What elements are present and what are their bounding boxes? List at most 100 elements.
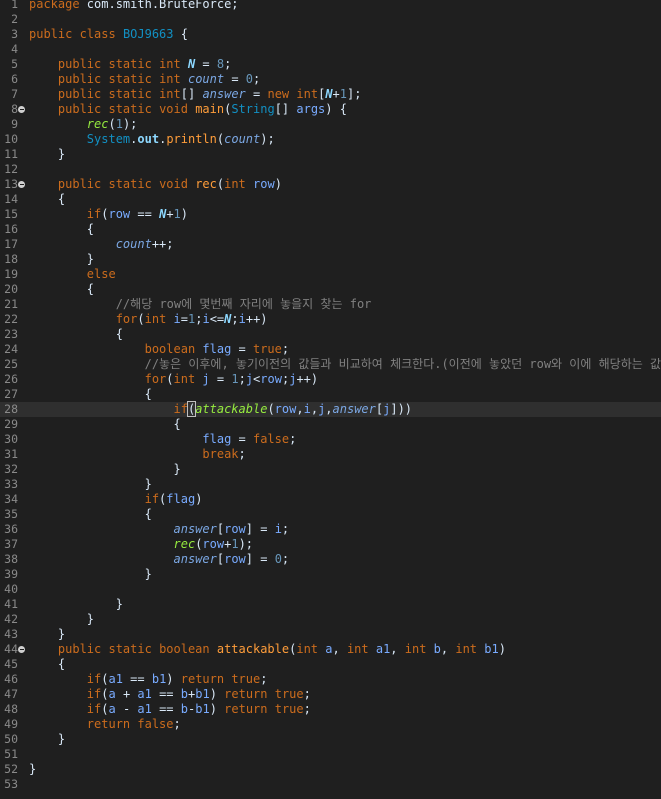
code-line[interactable]: 13 public static void rec(int row) bbox=[0, 177, 661, 192]
code-line[interactable]: 10 System.out.println(count); bbox=[0, 132, 661, 147]
code-text: } bbox=[29, 597, 123, 612]
code-line[interactable]: 22 for(int i=1;i<=N;i++) bbox=[0, 312, 661, 327]
code-token: break bbox=[202, 447, 239, 461]
code-token: row bbox=[274, 402, 297, 416]
line-number: 12 bbox=[4, 162, 18, 176]
code-line[interactable]: 2 bbox=[0, 12, 661, 27]
code-token: ) bbox=[209, 702, 225, 716]
code-line[interactable]: 40 bbox=[0, 582, 661, 597]
code-line[interactable]: 36 answer[row] = i; bbox=[0, 522, 661, 537]
code-text: for(int i=1;i<=N;i++) bbox=[29, 312, 268, 327]
code-line[interactable]: 17 count++; bbox=[0, 237, 661, 252]
code-line[interactable]: 47 if(a + a1 == b+b1) return true; bbox=[0, 687, 661, 702]
code-token: , bbox=[332, 642, 347, 656]
code-line[interactable]: 43 } bbox=[0, 627, 661, 642]
code-line[interactable]: 11 } bbox=[0, 147, 661, 162]
code-line[interactable]: 18 } bbox=[0, 252, 661, 267]
line-number: 14 bbox=[4, 192, 18, 206]
code-line[interactable]: 5 public static int N = 8; bbox=[0, 57, 661, 72]
code-text: System.out.println(count); bbox=[29, 132, 275, 147]
code-token: //해당 row에 몇번째 자리에 놓을지 찾는 for bbox=[115, 297, 372, 311]
code-line[interactable]: 7 public static int[] answer = new int[N… bbox=[0, 87, 661, 102]
code-line[interactable]: 49 return false; bbox=[0, 717, 661, 732]
code-line[interactable]: 15 if(row == N+1) bbox=[0, 207, 661, 222]
code-token: static bbox=[108, 87, 160, 101]
code-token: static bbox=[108, 57, 160, 71]
fold-collapse-icon[interactable] bbox=[18, 106, 25, 113]
line-number: 11 bbox=[4, 147, 18, 161]
code-line[interactable]: 24 boolean flag = true; bbox=[0, 342, 661, 357]
code-line[interactable]: 42 } bbox=[0, 612, 661, 627]
code-line[interactable]: 34 if(flag) bbox=[0, 492, 661, 507]
line-number: 44 bbox=[4, 642, 18, 656]
code-line[interactable]: 14 { bbox=[0, 192, 661, 207]
code-line[interactable]: 9 rec(1); bbox=[0, 117, 661, 132]
code-token: static bbox=[108, 72, 160, 86]
code-line[interactable]: 21 //해당 row에 몇번째 자리에 놓을지 찾는 for bbox=[0, 297, 661, 312]
line-number: 23 bbox=[4, 327, 18, 341]
code-token: [] bbox=[180, 87, 203, 101]
line-number: 28 bbox=[4, 402, 18, 416]
code-line[interactable]: 39 } bbox=[0, 567, 661, 582]
code-line[interactable]: 29 { bbox=[0, 417, 661, 432]
code-line[interactable]: 23 { bbox=[0, 327, 661, 342]
code-line[interactable]: 52} bbox=[0, 762, 661, 777]
code-line[interactable]: 46 if(a1 == b1) return true; bbox=[0, 672, 661, 687]
code-line[interactable]: 20 { bbox=[0, 282, 661, 297]
code-text: } bbox=[29, 627, 65, 642]
code-line[interactable]: 25 //놓은 이후에, 놓기이전의 값들과 비교하여 체크한다.(이전에 놓았… bbox=[0, 357, 661, 372]
code-token: if bbox=[86, 672, 102, 686]
code-line[interactable]: 26 for(int j = 1;j<row;j++) bbox=[0, 372, 661, 387]
code-token: return bbox=[180, 672, 232, 686]
fold-collapse-icon[interactable] bbox=[18, 646, 25, 653]
code-token: int bbox=[224, 177, 254, 191]
code-token: true bbox=[252, 342, 282, 356]
code-line[interactable]: 35 { bbox=[0, 507, 661, 522]
code-line[interactable]: 45 { bbox=[0, 657, 661, 672]
code-line[interactable]: 38 answer[row] = 0; bbox=[0, 552, 661, 567]
code-token: if bbox=[173, 402, 188, 416]
code-line[interactable]: 27 { bbox=[0, 387, 661, 402]
code-line[interactable]: 31 break; bbox=[0, 447, 661, 462]
code-line[interactable]: 3 public class BOJ9663 { bbox=[0, 27, 661, 42]
code-line[interactable]: 48 if(a - a1 == b-b1) return true; bbox=[0, 702, 661, 717]
code-line[interactable]: 12 bbox=[0, 162, 661, 177]
code-line[interactable]: 37 rec(row+1); bbox=[0, 537, 661, 552]
code-line[interactable]: 53 bbox=[0, 777, 661, 792]
code-token: if bbox=[86, 702, 102, 716]
code-line[interactable]: 8 public static void main(String[] args)… bbox=[0, 102, 661, 117]
code-token: return bbox=[86, 717, 138, 731]
code-token: int bbox=[296, 87, 319, 101]
code-line[interactable]: 33 } bbox=[0, 477, 661, 492]
code-token: new bbox=[267, 87, 297, 101]
code-line[interactable]: 16 { bbox=[0, 222, 661, 237]
code-line[interactable]: 28 if(attackable(row,i,j,answer[j])) bbox=[0, 401, 661, 417]
code-token: attackable bbox=[216, 642, 290, 656]
code-line[interactable]: 19 else bbox=[0, 267, 661, 282]
code-editor[interactable]: 1 package com.smith.BruteForce; 2 3 public c… bbox=[0, 0, 661, 799]
code-line[interactable]: 1 package com.smith.BruteForce; bbox=[0, 0, 661, 12]
fold-collapse-icon[interactable] bbox=[18, 181, 25, 188]
code-line[interactable]: 30 flag = false; bbox=[0, 432, 661, 447]
line-number: 13 bbox=[4, 177, 18, 191]
code-token: ) bbox=[274, 177, 282, 191]
code-line[interactable]: 51 bbox=[0, 747, 661, 762]
code-token: attackable bbox=[195, 402, 268, 416]
line-number: 39 bbox=[4, 567, 18, 581]
code-text: { bbox=[29, 282, 94, 297]
code-line[interactable]: 50 } bbox=[0, 732, 661, 747]
line-number: 40 bbox=[4, 582, 18, 596]
code-line[interactable]: 4 bbox=[0, 42, 661, 57]
code-token: ++) bbox=[296, 372, 319, 386]
code-line[interactable]: 44 public static boolean attackable(int … bbox=[0, 642, 661, 657]
code-line[interactable]: 41 } bbox=[0, 597, 661, 612]
code-token: 0 bbox=[274, 552, 282, 566]
code-line[interactable]: 6 public static int count = 0; bbox=[0, 72, 661, 87]
code-token: == bbox=[151, 687, 181, 701]
code-line[interactable]: 32 } bbox=[0, 462, 661, 477]
